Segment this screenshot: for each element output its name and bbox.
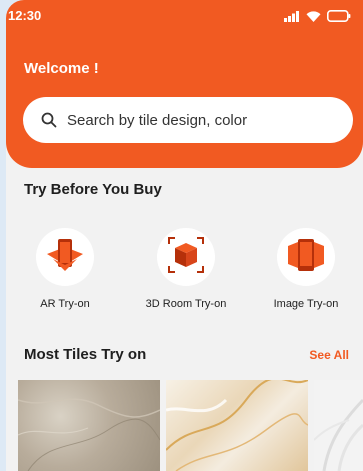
- wifi-icon: [306, 10, 321, 22]
- status-icons: [284, 10, 351, 22]
- search-bar[interactable]: Search by tile design, color: [23, 97, 353, 143]
- tile-card-marble-gold[interactable]: [166, 380, 308, 471]
- image-try-on-label: Image Try-on: [273, 298, 339, 310]
- tile-card-marble-beige[interactable]: [18, 380, 160, 471]
- welcome-text: Welcome !: [24, 60, 99, 77]
- battery-icon: [327, 10, 351, 22]
- status-time: 12:30: [8, 8, 42, 23]
- tile-card-white-pattern[interactable]: [314, 380, 363, 471]
- image-option-circle[interactable]: [277, 228, 335, 286]
- 3d-option-circle[interactable]: [157, 228, 215, 286]
- image-try-on-option[interactable]: Image Try-on: [251, 228, 361, 310]
- ar-option-circle[interactable]: [36, 228, 94, 286]
- 3d-cube-icon: [167, 236, 205, 279]
- ar-try-on-option[interactable]: AR Try-on: [10, 228, 120, 310]
- ar-try-on-label: AR Try-on: [40, 298, 90, 310]
- search-input[interactable]: Search by tile design, color: [67, 112, 247, 129]
- image-phone-icon: [286, 238, 326, 277]
- search-icon: [41, 112, 57, 128]
- try-section-title: Try Before You Buy: [24, 181, 162, 198]
- header: 12:30 Welcome ! Search by tile design, c…: [6, 0, 363, 168]
- 3d-room-try-on-label: 3D Room Try-on: [145, 298, 227, 310]
- signal-icon: [284, 10, 300, 22]
- status-bar: 12:30: [6, 0, 363, 34]
- most-tiles-title: Most Tiles Try on: [24, 346, 147, 363]
- 3d-room-try-on-option[interactable]: 3D Room Try-on: [131, 228, 241, 310]
- see-all-link[interactable]: See All: [309, 348, 349, 362]
- app-screen: 12:30 Welcome ! Search by tile design, c…: [6, 0, 363, 471]
- ar-phone-icon: [45, 238, 85, 277]
